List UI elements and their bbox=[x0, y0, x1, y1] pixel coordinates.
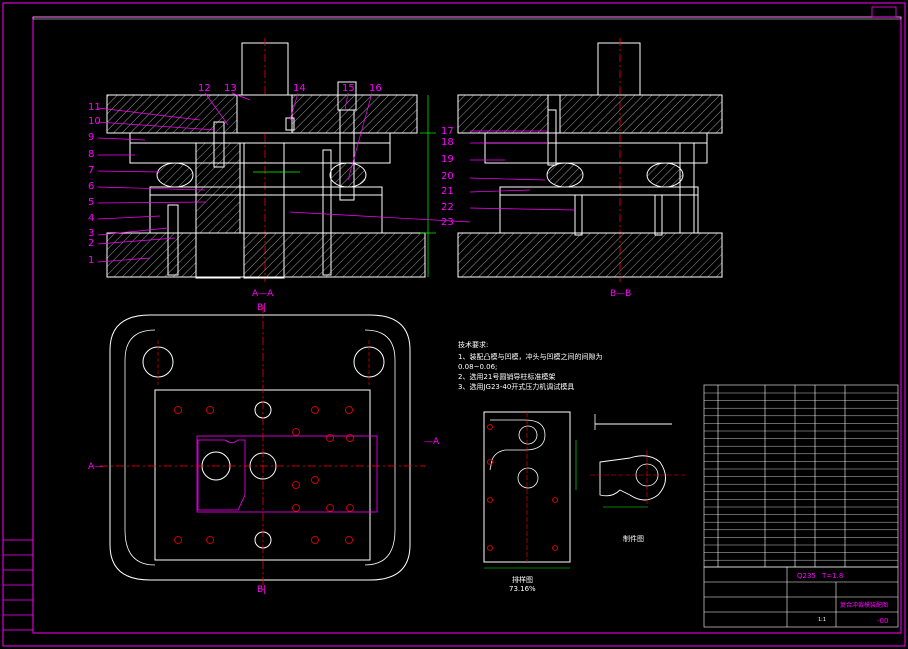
tech-req-line-2: 0.08~0.06; bbox=[458, 363, 497, 371]
part-number-6: 6 bbox=[88, 181, 94, 192]
part-number-20: 20 bbox=[441, 171, 454, 182]
part-number-16: 16 bbox=[369, 83, 382, 94]
blank-hole bbox=[552, 545, 558, 551]
plan-hole bbox=[206, 536, 214, 544]
part-numbers-left: 1234567891011 bbox=[88, 102, 101, 266]
cut-a-right: —A bbox=[424, 437, 440, 447]
blank-holes bbox=[487, 424, 558, 551]
blank-hole bbox=[487, 497, 493, 503]
part-view-label: 制件图 bbox=[623, 534, 644, 543]
tech-req-line-4: 3、选用JG23-40开式压力机调试模具 bbox=[458, 382, 574, 391]
plan-hole bbox=[206, 406, 214, 414]
part-number-7: 7 bbox=[88, 165, 94, 176]
blank-layout bbox=[483, 411, 577, 569]
part-number-17: 17 bbox=[441, 126, 454, 137]
blank-scale: 73.16% bbox=[509, 585, 536, 593]
part-number-4: 4 bbox=[88, 213, 94, 224]
part-number-18: 18 bbox=[441, 137, 454, 148]
plan-hole bbox=[174, 536, 182, 544]
part-number-2: 2 bbox=[88, 238, 94, 249]
plan-hole bbox=[311, 476, 319, 484]
part-numbers-top: 12 13 14 15 16 bbox=[198, 83, 382, 94]
part-drawing bbox=[590, 414, 685, 508]
plan-view bbox=[100, 305, 425, 590]
plan-hole bbox=[311, 536, 319, 544]
part-number-19: 19 bbox=[441, 154, 454, 165]
part-number-10: 10 bbox=[88, 116, 101, 127]
tech-req-line-3: 2、选用21号圆销导柱标准模架 bbox=[458, 372, 555, 381]
section-aa-view bbox=[106, 38, 436, 282]
plan-hole bbox=[345, 406, 353, 414]
cut-b-top: B| bbox=[257, 303, 266, 313]
part-number-12: 12 bbox=[198, 83, 211, 94]
part-number-1: 1 bbox=[88, 255, 94, 266]
plan-hole bbox=[346, 434, 354, 442]
blank-hole bbox=[487, 545, 493, 551]
plan-hole bbox=[174, 406, 182, 414]
bom-table bbox=[703, 384, 899, 628]
left-margin-strip bbox=[2, 539, 34, 631]
tb-material: Q235 bbox=[797, 572, 816, 580]
tb-thickness: T=1.8 bbox=[821, 572, 843, 580]
cad-drawing: 1234567891011 12 13 14 15 16 A—A 1718192… bbox=[2, 2, 906, 647]
plan-hole bbox=[346, 504, 354, 512]
tb-drawing-no: -00 bbox=[877, 617, 888, 625]
plan-hole bbox=[311, 406, 319, 414]
blank-hole bbox=[487, 424, 493, 430]
cut-a-left: A— bbox=[88, 462, 103, 472]
tb-scale: 1:1 bbox=[818, 617, 826, 623]
part-number-22: 22 bbox=[441, 202, 454, 213]
part-number-13: 13 bbox=[224, 83, 237, 94]
tb-drawing-name: 复合冲裁模装配图 bbox=[840, 601, 888, 609]
cut-b-bottom: B| bbox=[257, 585, 266, 595]
part-number-11: 11 bbox=[88, 102, 101, 113]
blank-hole bbox=[552, 497, 558, 503]
plan-hole bbox=[345, 536, 353, 544]
section-bb-label: B—B bbox=[610, 289, 631, 299]
plan-holes bbox=[174, 406, 354, 544]
part-number-9: 9 bbox=[88, 132, 94, 143]
part-numbers-right: 1718 19 20 21 22 23 bbox=[441, 126, 454, 228]
top-right-tag bbox=[871, 6, 897, 18]
tech-req-title: 技术要求: bbox=[458, 340, 488, 349]
section-aa-label: A—A bbox=[252, 289, 274, 299]
part-number-5: 5 bbox=[88, 197, 94, 208]
plan-hole bbox=[292, 504, 300, 512]
bom-rows bbox=[704, 392, 898, 561]
part-number-8: 8 bbox=[88, 149, 94, 160]
part-number-15: 15 bbox=[342, 83, 355, 94]
plan-hole bbox=[326, 434, 334, 442]
part-number-3: 3 bbox=[88, 228, 94, 239]
plan-hole bbox=[292, 428, 300, 436]
part-number-21: 21 bbox=[441, 186, 454, 197]
plan-hole bbox=[326, 504, 334, 512]
plan-hole bbox=[292, 481, 300, 489]
blank-view-label: 排样图 bbox=[512, 575, 533, 584]
part-number-23: 23 bbox=[441, 217, 454, 228]
tech-req-line-1: 1、装配凸模与凹模，冲头与凹模之间的间隙为 bbox=[458, 352, 602, 361]
part-number-14: 14 bbox=[293, 83, 306, 94]
